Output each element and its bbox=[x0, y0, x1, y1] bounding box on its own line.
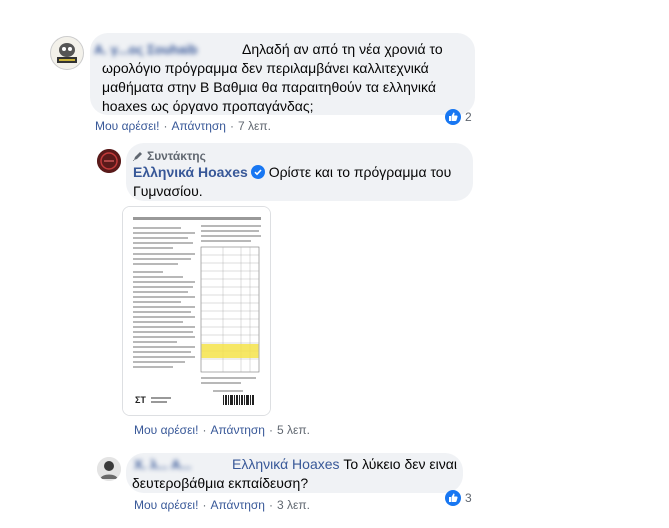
comment-actions: Μου αρέσει! · Απάντηση · 3 λεπ. bbox=[134, 498, 310, 512]
reply-link[interactable]: Απάντηση bbox=[210, 498, 265, 512]
commenter-name[interactable]: Χ. λ... Α... bbox=[134, 455, 191, 474]
reaction-summary[interactable]: 2 bbox=[445, 109, 472, 125]
user-photo-icon bbox=[97, 457, 121, 481]
comment-time[interactable]: 7 λεπ. bbox=[238, 119, 271, 133]
comment-bubble: Χ. λ... Α... Ελληνικά Hoaxes Το λύκειο δ… bbox=[126, 453, 463, 493]
commenter-name[interactable]: Α. γ...ος Σouhaib bbox=[94, 40, 197, 59]
like-link[interactable]: Μου αρέσει! bbox=[134, 498, 198, 512]
comment-actions: Μου αρέσει! · Απάντηση · 7 λεπ. bbox=[95, 119, 271, 133]
pencil-icon bbox=[133, 152, 142, 161]
page-name[interactable]: Ελληνικά Hoaxes bbox=[133, 164, 248, 180]
reply-link[interactable]: Απάντηση bbox=[210, 423, 265, 437]
cartoon-avatar-icon bbox=[51, 37, 83, 69]
like-icon bbox=[445, 490, 461, 506]
reply-bubble: Συντάκτης Ελληνικά Hoaxes Ορίστε και το … bbox=[126, 143, 473, 201]
hoaxes-logo-icon bbox=[97, 149, 121, 173]
page-mention[interactable]: Ελληνικά Hoaxes bbox=[232, 456, 340, 472]
reaction-count: 2 bbox=[465, 110, 472, 124]
like-link[interactable]: Μου αρέσει! bbox=[95, 119, 159, 133]
verified-badge-icon bbox=[250, 165, 265, 179]
comment-bubble: Α. γ...ος Σouhaib Δηλαδή αν από τη νέα χ… bbox=[90, 33, 475, 115]
reply-actions: Μου αρέσει! · Απάντηση · 5 λεπ. bbox=[134, 423, 310, 437]
page-avatar[interactable] bbox=[97, 149, 121, 173]
comment-body: Χ. λ... Α... Ελληνικά Hoaxes Το λύκειο δ… bbox=[132, 455, 457, 493]
comment-time[interactable]: 3 λεπ. bbox=[277, 498, 310, 512]
svg-text:ΣΤ: ΣΤ bbox=[135, 395, 146, 405]
reaction-count: 3 bbox=[465, 491, 472, 505]
author-tag-label: Συντάκτης bbox=[147, 149, 206, 163]
timetable-document-preview: ΣΤ bbox=[123, 207, 270, 415]
commenter-avatar[interactable] bbox=[97, 457, 121, 481]
reply-body: Ελληνικά Hoaxes Ορίστε και το πρόγραμμα … bbox=[133, 163, 463, 201]
comment-time[interactable]: 5 λεπ. bbox=[277, 423, 310, 437]
reaction-summary[interactable]: 3 bbox=[445, 490, 472, 506]
attached-document-image[interactable]: ΣΤ bbox=[122, 206, 271, 416]
like-icon bbox=[445, 109, 461, 125]
commenter-avatar[interactable] bbox=[50, 36, 84, 70]
author-tag: Συντάκτης bbox=[132, 149, 206, 163]
like-link[interactable]: Μου αρέσει! bbox=[134, 423, 198, 437]
reply-link[interactable]: Απάντηση bbox=[171, 119, 226, 133]
comment-body: Α. γ...ος Σouhaib Δηλαδή αν από τη νέα χ… bbox=[90, 40, 462, 116]
